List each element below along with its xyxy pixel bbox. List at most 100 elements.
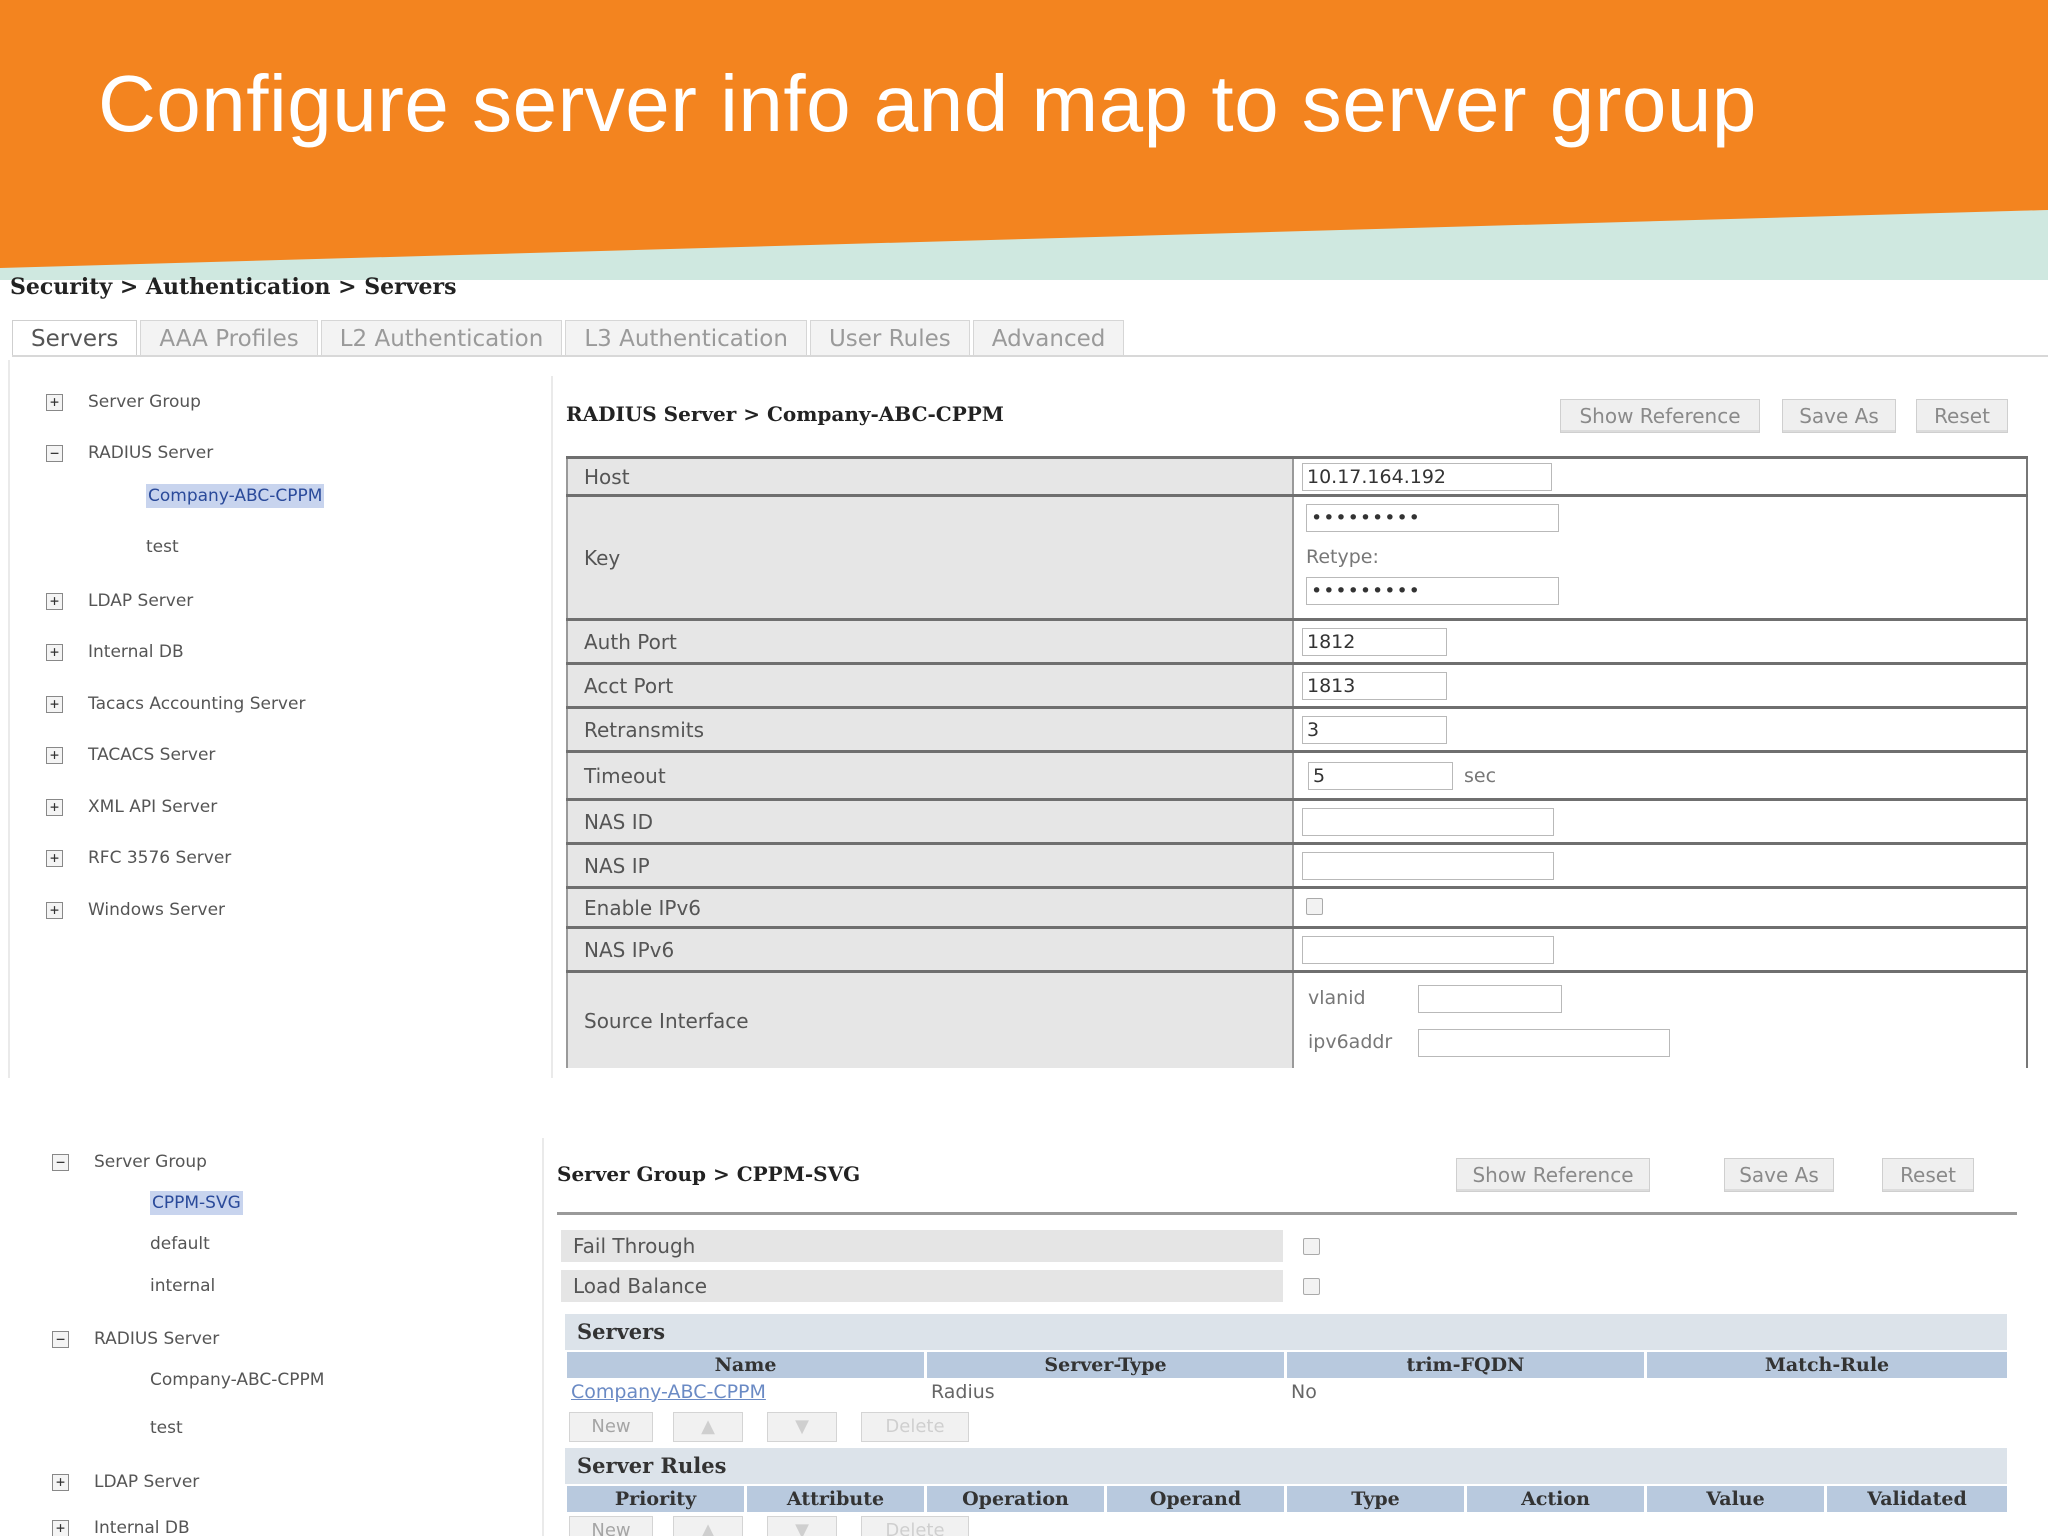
fail-through-checkbox[interactable] bbox=[1303, 1238, 1320, 1255]
tab-bar: Servers AAA Profiles L2 Authentication L… bbox=[12, 320, 1127, 356]
servers-header-match-rule: Match-Rule bbox=[1764, 1354, 1890, 1376]
ipv6addr-input[interactable] bbox=[1418, 1029, 1670, 1057]
show-reference-button[interactable]: Show Reference bbox=[1456, 1158, 1650, 1192]
expand-icon[interactable]: + bbox=[46, 747, 63, 764]
vlanid-input[interactable] bbox=[1418, 985, 1562, 1013]
reset-button[interactable]: Reset bbox=[1882, 1158, 1974, 1192]
collapse-icon[interactable]: − bbox=[52, 1331, 69, 1348]
load-balance-label: Load Balance bbox=[561, 1270, 1283, 1302]
auth-port-label: Auth Port bbox=[566, 621, 1294, 662]
rules-header-validated: Validated bbox=[1867, 1488, 1967, 1510]
tree-label: Internal DB bbox=[94, 1518, 190, 1536]
tab-l3-authentication[interactable]: L3 Authentication bbox=[565, 320, 807, 356]
key-retype-input[interactable]: ••••••••• bbox=[1306, 577, 1559, 605]
expand-icon[interactable]: + bbox=[52, 1520, 69, 1536]
servers-move-down-button[interactable]: ▼ bbox=[767, 1412, 837, 1442]
tab-aaa-profiles[interactable]: AAA Profiles bbox=[140, 320, 318, 356]
expand-icon[interactable]: + bbox=[46, 799, 63, 816]
tree-item-company-abc-cppm[interactable]: Company-ABC-CPPM bbox=[146, 484, 325, 508]
expand-icon[interactable]: + bbox=[46, 644, 63, 661]
radius-panel-title: RADIUS Server > Company-ABC-CPPM bbox=[566, 402, 1004, 426]
servers-new-button[interactable]: New bbox=[569, 1412, 653, 1442]
auth-port-input[interactable]: 1812 bbox=[1302, 628, 1447, 656]
rules-header-operand: Operand bbox=[1107, 1486, 1287, 1512]
load-balance-checkbox[interactable] bbox=[1303, 1278, 1320, 1295]
tree-label: Windows Server bbox=[88, 900, 226, 920]
expand-icon[interactable]: + bbox=[46, 593, 63, 610]
expand-icon[interactable]: + bbox=[46, 902, 63, 919]
tree-label: RADIUS Server bbox=[94, 1329, 220, 1349]
tab-user-rules[interactable]: User Rules bbox=[809, 320, 970, 356]
tree-label: RADIUS Server bbox=[88, 443, 214, 463]
retype-label: Retype: bbox=[1306, 546, 1379, 568]
retransmits-label: Retransmits bbox=[566, 709, 1294, 750]
tab-l2-authentication[interactable]: L2 Authentication bbox=[320, 320, 563, 356]
form-row-timeout: Timeout 5 sec bbox=[566, 753, 2028, 801]
tree-item-default[interactable]: default bbox=[150, 1232, 210, 1256]
acct-port-label: Acct Port bbox=[566, 665, 1294, 706]
expand-icon[interactable]: + bbox=[46, 696, 63, 713]
nas-id-cell bbox=[1294, 801, 2028, 842]
breadcrumb: Security > Authentication > Servers bbox=[10, 274, 457, 300]
server-row-type: Radius bbox=[931, 1381, 995, 1403]
rules-new-button[interactable]: New bbox=[569, 1516, 653, 1536]
host-cell: 10.17.164.192 bbox=[1294, 459, 2028, 494]
servers-header-trim-fqdn: trim-FQDN bbox=[1287, 1352, 1647, 1378]
key-input[interactable]: ••••••••• bbox=[1306, 504, 1559, 532]
tree-item-company-abc-cppm[interactable]: Company-ABC-CPPM bbox=[150, 1368, 324, 1392]
ipv6addr-label: ipv6addr bbox=[1308, 1031, 1393, 1053]
servers-section-title: Servers bbox=[565, 1314, 2007, 1350]
expand-icon[interactable]: + bbox=[46, 850, 63, 867]
expand-icon[interactable]: + bbox=[46, 394, 63, 411]
rules-move-up-button[interactable]: ▲ bbox=[673, 1516, 743, 1536]
enable-ipv6-cell bbox=[1294, 889, 2028, 926]
nas-ip-cell bbox=[1294, 845, 2028, 886]
timeout-label: Timeout bbox=[566, 753, 1294, 798]
server-row-name-link[interactable]: Company-ABC-CPPM bbox=[571, 1381, 766, 1403]
enable-ipv6-checkbox[interactable] bbox=[1306, 898, 1323, 915]
tree-label: LDAP Server bbox=[88, 591, 194, 611]
reset-button[interactable]: Reset bbox=[1916, 399, 2008, 433]
nas-id-input[interactable] bbox=[1302, 808, 1554, 836]
form-row-nas-ip: NAS IP bbox=[566, 845, 2028, 889]
form-row-retransmits: Retransmits 3 bbox=[566, 709, 2028, 753]
collapse-icon[interactable]: − bbox=[46, 445, 63, 462]
acct-port-input[interactable]: 1813 bbox=[1302, 672, 1447, 700]
key-label: Key bbox=[566, 497, 1294, 618]
tree-item-test[interactable]: test bbox=[146, 535, 179, 559]
rules-delete-button[interactable]: Delete bbox=[861, 1516, 969, 1536]
save-as-button[interactable]: Save As bbox=[1782, 399, 1896, 433]
servers-move-up-button[interactable]: ▲ bbox=[673, 1412, 743, 1442]
servers-delete-button[interactable]: Delete bbox=[861, 1412, 969, 1442]
retransmits-input[interactable]: 3 bbox=[1302, 716, 1447, 744]
form-row-source-interface: Source Interface vlanid ipv6addr bbox=[566, 973, 2028, 1068]
tab-servers[interactable]: Servers bbox=[12, 320, 138, 356]
rules-header-operation: Operation bbox=[927, 1486, 1107, 1512]
tree-divider bbox=[8, 360, 10, 1078]
form-row-auth-port: Auth Port 1812 bbox=[566, 621, 2028, 665]
nas-ip-input[interactable] bbox=[1302, 852, 1554, 880]
show-reference-button[interactable]: Show Reference bbox=[1560, 399, 1760, 433]
timeout-unit: sec bbox=[1464, 765, 1497, 787]
panel-divider bbox=[551, 376, 553, 1078]
tree-label: Server Group bbox=[94, 1152, 207, 1172]
form-row-enable-ipv6: Enable IPv6 bbox=[566, 889, 2028, 929]
tab-advanced[interactable]: Advanced bbox=[972, 320, 1125, 356]
expand-icon[interactable]: + bbox=[52, 1474, 69, 1491]
host-input[interactable]: 10.17.164.192 bbox=[1302, 463, 1552, 491]
group-panel-separator bbox=[557, 1212, 2017, 1215]
auth-port-cell: 1812 bbox=[1294, 621, 2028, 662]
rules-header-action: Action bbox=[1467, 1486, 1647, 1512]
collapse-icon[interactable]: − bbox=[52, 1154, 69, 1171]
tree-item-cppm-svg[interactable]: CPPM-SVG bbox=[150, 1191, 243, 1215]
nas-ipv6-input[interactable] bbox=[1302, 936, 1554, 964]
servers-header-name: Name bbox=[567, 1352, 927, 1378]
tab-divider bbox=[12, 355, 2048, 357]
save-as-button[interactable]: Save As bbox=[1724, 1158, 1834, 1192]
timeout-input[interactable]: 5 bbox=[1308, 762, 1453, 790]
rules-move-down-button[interactable]: ▼ bbox=[767, 1516, 837, 1536]
tree-item-test[interactable]: test bbox=[150, 1416, 183, 1440]
tree-item-internal[interactable]: internal bbox=[150, 1274, 215, 1298]
form-row-nas-ipv6: NAS IPv6 bbox=[566, 929, 2028, 973]
host-label: Host bbox=[566, 459, 1294, 494]
